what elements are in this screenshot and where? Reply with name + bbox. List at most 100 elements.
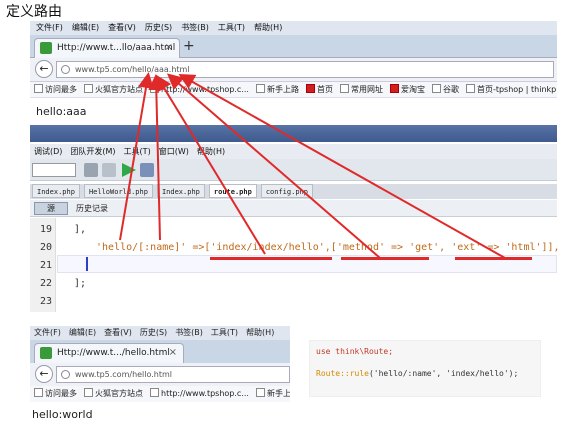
folder-icon	[339, 84, 349, 93]
code-line: ];	[74, 278, 87, 289]
history-button[interactable]: 历史记录	[76, 200, 108, 217]
page-title: 定义路由	[6, 4, 62, 20]
menu-help[interactable]: 帮助(H)	[246, 326, 274, 340]
bookmark-item[interactable]: 常用网址	[339, 82, 383, 97]
menu-help[interactable]: 帮助(H)	[254, 21, 282, 35]
bookmark-item[interactable]: 谷歌	[431, 82, 459, 97]
bookmark-item[interactable]: 火狐官方站点	[84, 386, 143, 402]
line-number: 20	[39, 242, 52, 253]
globe-icon	[61, 65, 70, 74]
code-editor[interactable]: 19 20 21 22 23 ], 'hello/[:name]' =>['in…	[30, 218, 560, 312]
page-icon	[255, 388, 265, 397]
menu-tools[interactable]: 工具(T)	[211, 326, 238, 340]
run-icon[interactable]	[122, 163, 136, 177]
page-icon	[465, 84, 475, 93]
browser1-content: hello:aaa	[30, 99, 557, 125]
back-button[interactable]: ←	[35, 365, 53, 383]
bookmarks-bar: 访问最多 火狐官方站点 http://www.tpshop.c... 新手上路	[30, 386, 290, 402]
back-arrow-icon: ←	[39, 62, 49, 75]
page-output-text: hello:aaa	[36, 105, 87, 118]
menu-help[interactable]: 帮助(H)	[197, 144, 225, 159]
menu-edit[interactable]: 编辑(E)	[72, 21, 99, 35]
snippet-line-route: Route::rule('hello/:name', 'index/hello'…	[316, 369, 534, 391]
bookmark-item[interactable]: 新手上路	[255, 386, 290, 402]
page-icon	[150, 84, 159, 93]
menu-bookmarks[interactable]: 书签(B)	[181, 21, 209, 35]
url-bar[interactable]: www.tp5.com/hello.html	[56, 366, 290, 383]
menu-window[interactable]: 窗口(W)	[159, 144, 189, 159]
bookmark-item[interactable]: 访问最多	[34, 82, 77, 97]
editor-toolbar: 源 历史记录	[30, 200, 557, 217]
line-number: 21	[39, 260, 52, 271]
ide-file-tabs: Index.php HelloWorld.php Index.php route…	[30, 184, 557, 199]
browser2-menubar: 文件(F) 编辑(E) 查看(V) 历史(S) 书签(B) 工具(T) 帮助(H…	[30, 326, 290, 340]
browser1-tab[interactable]: Http://www.t...llo/aaa.html ×	[34, 38, 180, 58]
bookmarks-bar: 访问最多 火狐官方站点 http://www.tpshop.c... 新手上路 …	[30, 82, 557, 98]
menu-team[interactable]: 团队开发(M)	[70, 144, 115, 159]
code-line: ],	[74, 224, 87, 235]
menu-bookmarks[interactable]: 书签(B)	[175, 326, 203, 340]
menu-tools[interactable]: 工具(T)	[218, 21, 245, 35]
page-output-text: hello:world	[32, 408, 93, 421]
bookmark-item[interactable]: 新手上路	[255, 82, 299, 97]
file-tab[interactable]: Index.php	[32, 184, 80, 198]
bookmark-item[interactable]: 访问最多	[34, 386, 77, 402]
debug-icon[interactable]	[140, 163, 154, 177]
bookmark-item[interactable]: 首页	[305, 82, 333, 97]
page-icon	[40, 347, 52, 359]
close-tab-icon[interactable]: ×	[169, 344, 177, 362]
menu-debug[interactable]: 调试(D)	[34, 144, 62, 159]
url-text: www.tp5.com/hello.html	[75, 370, 173, 379]
red-underline	[455, 257, 532, 260]
new-tab-button[interactable]: +	[183, 38, 195, 54]
file-tab-active[interactable]: route.php	[208, 184, 257, 198]
snippet-args: ('hello/:name', 'index/hello');	[368, 369, 519, 378]
page-icon	[40, 42, 52, 54]
snippet-line-use: use think\Route;	[316, 347, 394, 356]
bookmark-item[interactable]: http://www.tpshop.c...	[150, 82, 249, 97]
page-icon	[431, 84, 441, 93]
file-tab[interactable]: config.php	[260, 184, 313, 198]
back-arrow-icon: ←	[39, 367, 49, 380]
line-number: 23	[39, 296, 52, 307]
browser2-tab[interactable]: Http://www.t.../hello.html ×	[34, 343, 184, 363]
menu-history[interactable]: 历史(S)	[145, 21, 172, 35]
bookmark-item[interactable]: http://www.tpshop.c...	[150, 386, 249, 402]
hammer-icon[interactable]	[84, 163, 98, 177]
browser1-menubar: 文件(F) 编辑(E) 查看(V) 历史(S) 书签(B) 工具(T) 帮助(H…	[30, 21, 557, 35]
ide-toolbar	[30, 159, 557, 181]
menu-file[interactable]: 文件(F)	[36, 21, 63, 35]
menu-history[interactable]: 历史(S)	[140, 326, 167, 340]
ide-menubar: 调试(D) 团队开发(M) 工具(T) 窗口(W) 帮助(H)	[30, 144, 557, 159]
menu-view[interactable]: 查看(V)	[104, 326, 132, 340]
menu-file[interactable]: 文件(F)	[34, 326, 61, 340]
config-dropdown[interactable]	[32, 163, 76, 177]
clean-build-icon[interactable]	[102, 163, 116, 177]
globe-icon	[61, 370, 70, 379]
source-button[interactable]: 源	[34, 202, 68, 215]
red-underline	[210, 257, 332, 260]
menu-view[interactable]: 查看(V)	[108, 21, 136, 35]
firefox-icon	[84, 84, 93, 93]
window-titlebar	[30, 125, 557, 142]
bookmark-item[interactable]: 爱淘宝	[389, 82, 425, 97]
back-button[interactable]: ←	[35, 60, 53, 78]
bookmark-icon	[34, 84, 43, 93]
line-number: 22	[39, 278, 52, 289]
code-snippet: use think\Route; Route::rule('hello/:nam…	[309, 340, 541, 397]
close-tab-icon[interactable]: ×	[165, 39, 173, 57]
firefox-icon	[84, 388, 93, 397]
bookmark-item[interactable]: 首页-tpshop | thinkp...	[465, 82, 557, 97]
menu-tools[interactable]: 工具(T)	[124, 144, 151, 159]
bookmark-item[interactable]: 火狐官方站点	[84, 82, 143, 97]
file-tab[interactable]: HelloWorld.php	[83, 184, 153, 198]
file-tab[interactable]: Index.php	[156, 184, 205, 198]
page-icon	[150, 388, 159, 397]
browser2-window: 文件(F) 编辑(E) 查看(V) 历史(S) 书签(B) 工具(T) 帮助(H…	[30, 326, 290, 425]
url-bar[interactable]: www.tp5.com/hello/aaa.html	[56, 61, 554, 78]
code-line-route: 'hello/[:name]' =>['index/index/hello',[…	[96, 242, 560, 253]
url-text: www.tp5.com/hello/aaa.html	[75, 65, 190, 74]
menu-edit[interactable]: 编辑(E)	[69, 326, 96, 340]
home-icon	[305, 84, 315, 93]
taobao-icon	[389, 84, 399, 93]
